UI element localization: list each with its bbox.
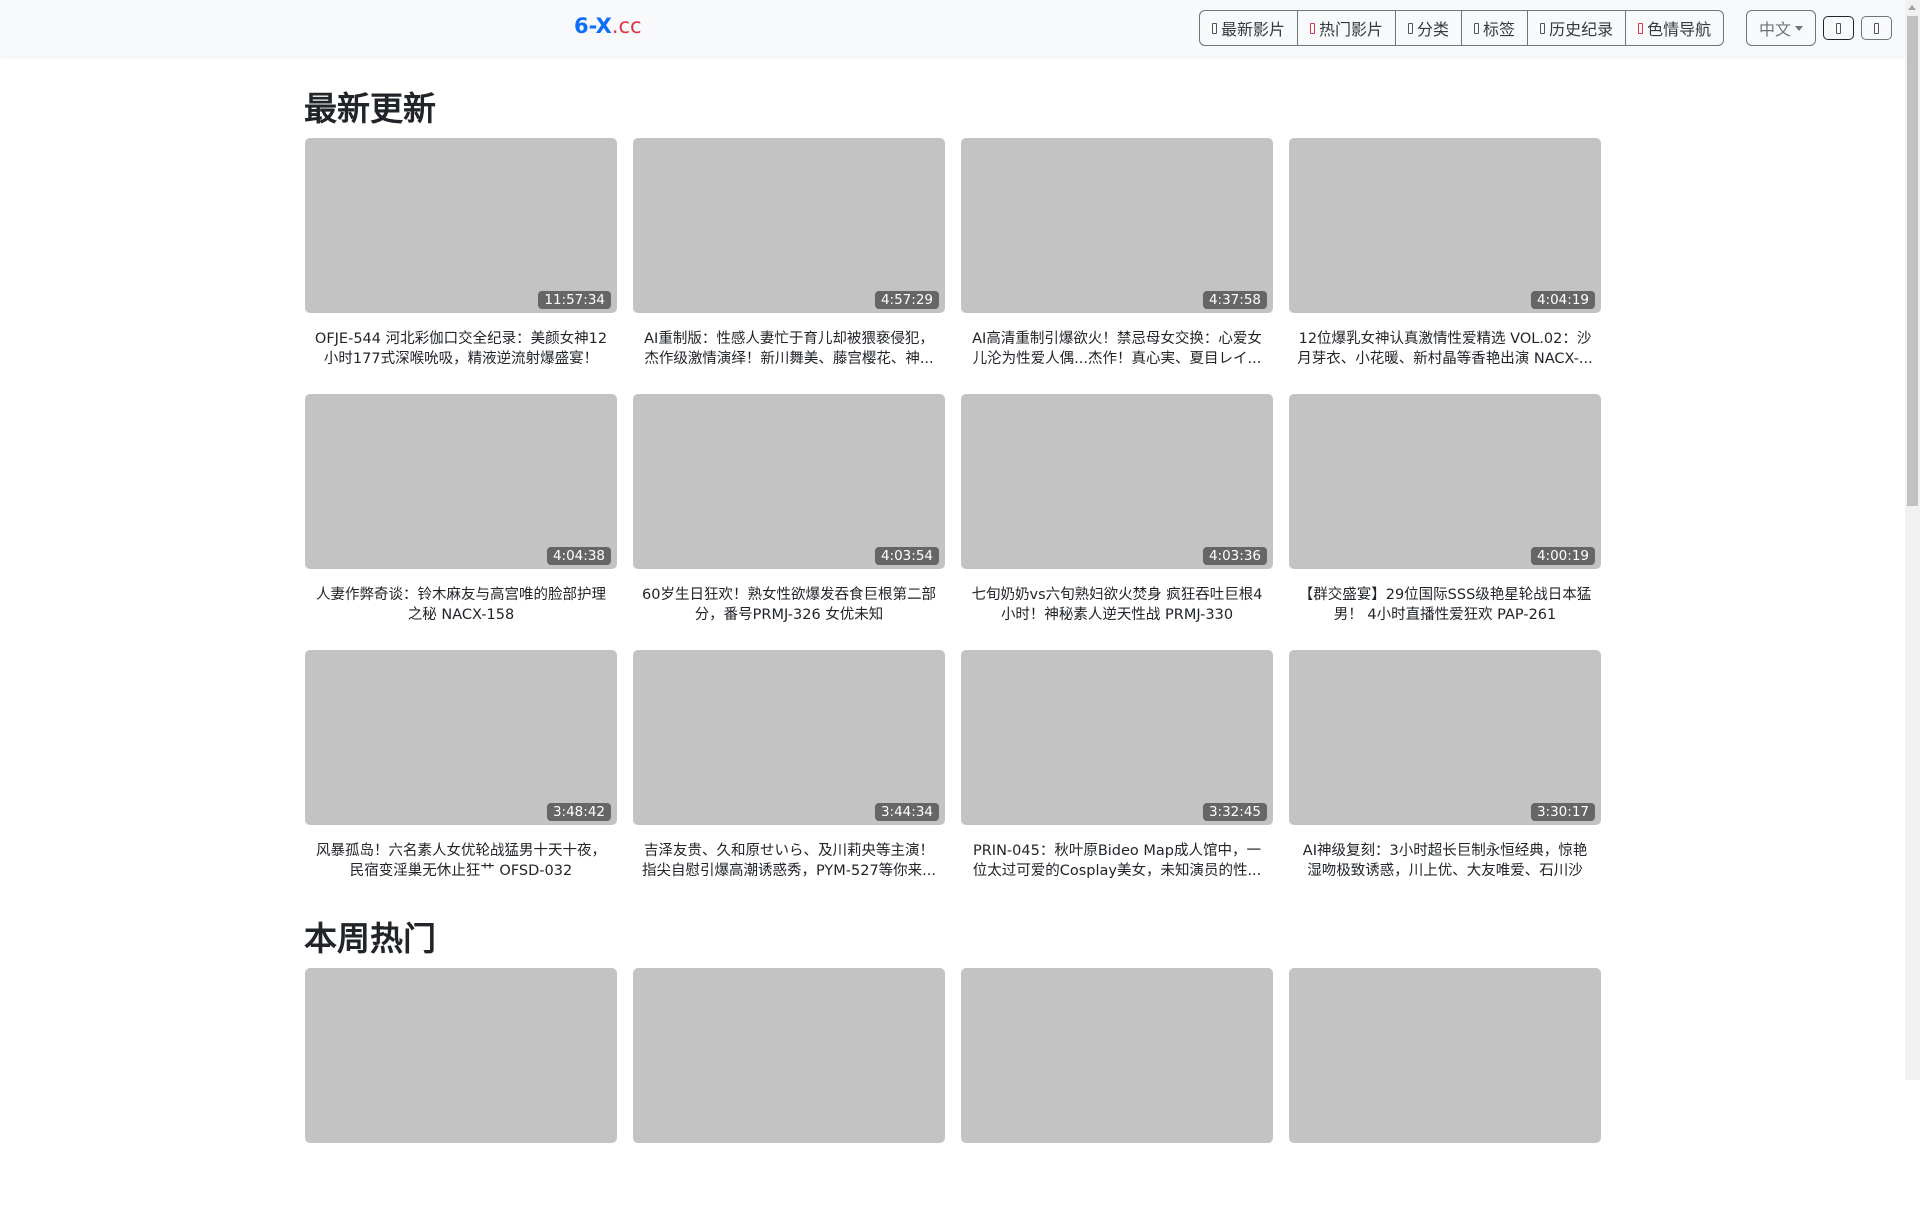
- video-title[interactable]: AI高清重制引爆欲火！禁忌母女交换：心爱女儿沦为性爱人偶...杰作！真心実、夏目…: [961, 329, 1273, 369]
- nav-label: 标签: [1483, 20, 1516, 39]
- site-logo[interactable]: 6-X.cc: [574, 14, 642, 38]
- video-thumbnail[interactable]: 11:57:34: [305, 138, 617, 313]
- video-title[interactable]: AI神级复刻：3小时超长巨制永恒经典，惊艳湿吻极致诱惑，川上优、大友唯爱、石川沙…: [1289, 841, 1601, 881]
- video-card[interactable]: 4:03:36 七旬奶奶vs六旬熟妇欲火焚身 疯狂吞吐巨根4小时！神秘素人逆天性战…: [961, 394, 1273, 650]
- video-card[interactable]: 4:03:54 60岁生日狂欢！熟女性欲爆发吞食巨根第二部分，番号PRMJ-326…: [633, 394, 945, 650]
- video-title[interactable]: 吉泽友贵、久和原せいら、及川莉央等主演！指尖自慰引爆高潮诱惑秀，PYM-527等…: [633, 841, 945, 881]
- duration-badge: 3:44:34: [874, 803, 939, 821]
- search-button[interactable]: [1861, 16, 1892, 40]
- nav-label: 色情导航: [1647, 20, 1712, 39]
- logo-tld: .cc: [611, 14, 642, 38]
- fire-icon: [1310, 22, 1316, 34]
- top-navbar: 6-X.cc 最新影片 热门影片 分类 标签 历史纪录 色情导航 中文: [0, 0, 1905, 56]
- duration-badge: 4:03:36: [1202, 547, 1267, 565]
- video-title[interactable]: 12位爆乳女神认真激情性爱精选 VOL.02：沙月芽衣、小花暖、新村晶等香艳出演…: [1289, 329, 1601, 369]
- duration-badge: 3:32:45: [1202, 803, 1267, 821]
- scrollbar[interactable]: [1905, 0, 1920, 1080]
- nav-popular[interactable]: 热门影片: [1297, 11, 1395, 45]
- nav-category[interactable]: 分类: [1395, 11, 1461, 45]
- main-nav: 最新影片 热门影片 分类 标签 历史纪录 色情导航: [1199, 10, 1725, 46]
- scrollbar-thumb[interactable]: [1907, 16, 1918, 506]
- video-title[interactable]: PRIN-045：秋叶原Bideo Map成人馆中，一位太过可爱的Cosplay…: [961, 841, 1273, 881]
- duration-badge: 4:04:38: [546, 547, 611, 565]
- tag-icon: [1474, 22, 1480, 34]
- video-card[interactable]: 4:04:38 人妻作弊奇谈：铃木麻友与高宫唯的脸部护理之秘 NACX-158: [305, 394, 617, 650]
- video-card[interactable]: [305, 968, 617, 1224]
- duration-badge: 4:00:19: [1530, 547, 1595, 565]
- caret-down-icon: [1795, 25, 1803, 31]
- video-card[interactable]: [961, 968, 1273, 1224]
- video-card[interactable]: 4:57:29 AI重制版：性感人妻忙于育儿却被猥亵侵犯，杰作级激情演绎！新川舞美…: [633, 138, 945, 394]
- video-title[interactable]: 60岁生日狂欢！熟女性欲爆发吞食巨根第二部分，番号PRMJ-326 女优未知: [633, 585, 945, 625]
- search-icon: [1874, 22, 1879, 34]
- video-thumbnail[interactable]: [305, 968, 617, 1143]
- video-card[interactable]: [1289, 968, 1601, 1224]
- nav-label: 历史纪录: [1549, 20, 1614, 39]
- logo-main: 6-X: [574, 14, 612, 38]
- video-thumbnail[interactable]: 4:00:19: [1289, 394, 1601, 569]
- video-card[interactable]: 3:44:34 吉泽友贵、久和原せいら、及川莉央等主演！指尖自慰引爆高潮诱惑秀，P…: [633, 650, 945, 906]
- category-icon: [1408, 22, 1414, 34]
- video-thumbnail[interactable]: 3:44:34: [633, 650, 945, 825]
- video-grid-weekly: [305, 968, 1601, 1224]
- video-thumbnail[interactable]: 4:04:19: [1289, 138, 1601, 313]
- video-thumbnail[interactable]: 4:04:38: [305, 394, 617, 569]
- film-icon: [1212, 22, 1217, 34]
- duration-badge: 3:30:17: [1530, 803, 1595, 821]
- duration-badge: 4:03:54: [874, 547, 939, 565]
- duration-badge: 3:48:42: [546, 803, 611, 821]
- nav-label: 热门影片: [1319, 20, 1384, 39]
- nav-history[interactable]: 历史纪录: [1527, 11, 1625, 45]
- duration-badge: 11:57:34: [538, 291, 611, 309]
- video-title[interactable]: AI重制版：性感人妻忙于育儿却被猥亵侵犯，杰作级激情演绎！新川舞美、藤宫樱花、神…: [633, 329, 945, 369]
- video-card[interactable]: 3:30:17 AI神级复刻：3小时超长巨制永恒经典，惊艳湿吻极致诱惑，川上优、大…: [1289, 650, 1601, 906]
- video-thumbnail[interactable]: 3:30:17: [1289, 650, 1601, 825]
- video-card[interactable]: 3:32:45 PRIN-045：秋叶原Bideo Map成人馆中，一位太过可爱的…: [961, 650, 1273, 906]
- video-thumbnail[interactable]: [1289, 968, 1601, 1143]
- nav-guide[interactable]: 色情导航: [1625, 11, 1723, 45]
- video-thumbnail[interactable]: [961, 968, 1273, 1143]
- video-thumbnail[interactable]: 4:03:54: [633, 394, 945, 569]
- section-title: 本周热门: [304, 919, 436, 958]
- video-thumbnail[interactable]: 4:03:36: [961, 394, 1273, 569]
- video-thumbnail[interactable]: 3:32:45: [961, 650, 1273, 825]
- video-title[interactable]: 【群交盛宴】29位国际SSS级艳星轮战日本猛男！ 4小时直播性爱狂欢 PAP-2…: [1289, 585, 1601, 625]
- section-title: 最新更新: [304, 89, 436, 128]
- nav-label: 最新影片: [1221, 20, 1286, 39]
- video-title[interactable]: 风暴孤岛！六名素人女优轮战猛男十天十夜，民宿变淫巢无休止狂艹 OFSD-032: [305, 841, 617, 881]
- nav-label: 分类: [1417, 20, 1450, 39]
- theme-icon: [1836, 22, 1841, 34]
- video-title[interactable]: 七旬奶奶vs六旬熟妇欲火焚身 疯狂吞吐巨根4小时！神秘素人逆天性战 PRMJ-3…: [961, 585, 1273, 625]
- navigation-icon: [1638, 22, 1644, 34]
- video-card[interactable]: 11:57:34 OFJE-544 河北彩伽口交全纪录：美颜女神12小时177式深…: [305, 138, 617, 394]
- video-card[interactable]: 4:00:19 【群交盛宴】29位国际SSS级艳星轮战日本猛男！ 4小时直播性爱狂…: [1289, 394, 1601, 650]
- history-icon: [1540, 22, 1546, 34]
- video-thumbnail[interactable]: 3:48:42: [305, 650, 617, 825]
- video-card[interactable]: 4:04:19 12位爆乳女神认真激情性爱精选 VOL.02：沙月芽衣、小花暖、新…: [1289, 138, 1601, 394]
- nav-tags[interactable]: 标签: [1461, 11, 1527, 45]
- video-card[interactable]: 4:37:58 AI高清重制引爆欲火！禁忌母女交换：心爱女儿沦为性爱人偶...杰作…: [961, 138, 1273, 394]
- duration-badge: 4:04:19: [1530, 291, 1595, 309]
- video-thumbnail[interactable]: 4:37:58: [961, 138, 1273, 313]
- duration-badge: 4:37:58: [1202, 291, 1267, 309]
- video-card[interactable]: 3:48:42 风暴孤岛！六名素人女优轮战猛男十天十夜，民宿变淫巢无休止狂艹 OF…: [305, 650, 617, 906]
- video-title[interactable]: 人妻作弊奇谈：铃木麻友与高宫唯的脸部护理之秘 NACX-158: [305, 585, 617, 625]
- language-label: 中文: [1758, 20, 1791, 39]
- scroll-up-icon[interactable]: [1908, 5, 1916, 10]
- video-grid-latest: 11:57:34 OFJE-544 河北彩伽口交全纪录：美颜女神12小时177式深…: [305, 138, 1601, 906]
- theme-toggle-button[interactable]: [1823, 16, 1854, 40]
- video-thumbnail[interactable]: 4:57:29: [633, 138, 945, 313]
- video-card[interactable]: [633, 968, 945, 1224]
- language-dropdown[interactable]: 中文: [1746, 10, 1816, 46]
- video-thumbnail[interactable]: [633, 968, 945, 1143]
- nav-latest[interactable]: 最新影片: [1200, 11, 1297, 45]
- video-title[interactable]: OFJE-544 河北彩伽口交全纪录：美颜女神12小时177式深喉吮吸，精液逆流…: [305, 329, 617, 369]
- duration-badge: 4:57:29: [874, 291, 939, 309]
